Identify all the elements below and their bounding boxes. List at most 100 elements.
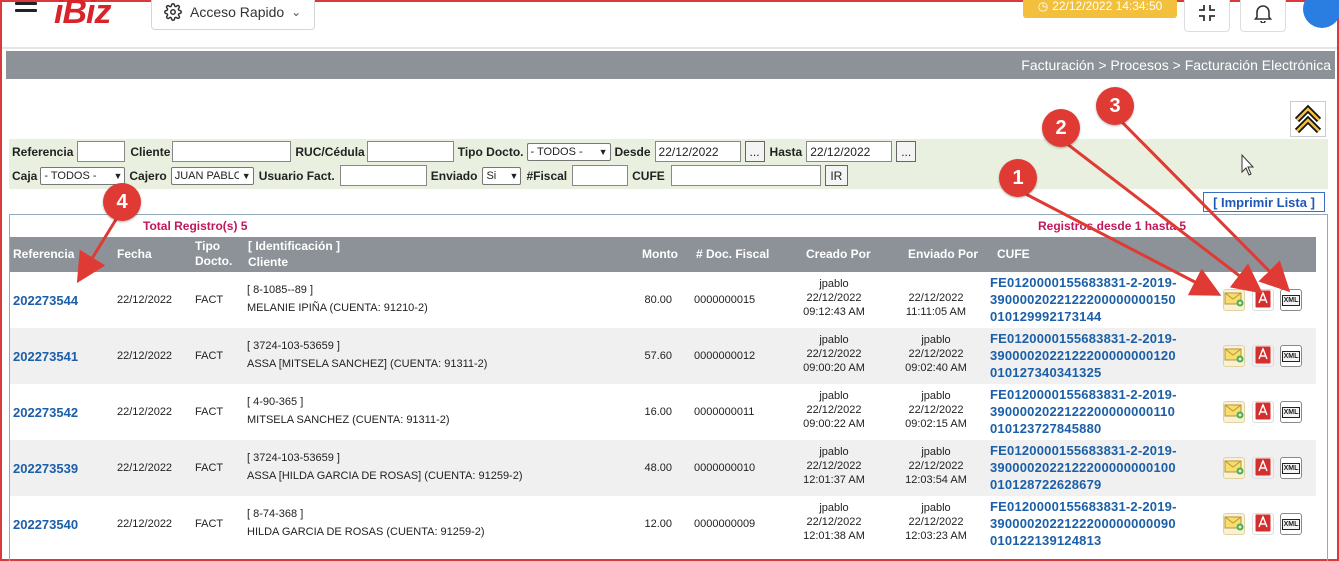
datetime-badge: ◷ 22/12/2022 14:34:50	[1023, 0, 1177, 18]
cufe-line-2[interactable]: 3900002022122200000000150	[990, 291, 1176, 308]
send-email-button[interactable]	[1223, 401, 1245, 423]
fiscal-input[interactable]	[572, 165, 629, 186]
filter-row-2: Caja - TODOS - ▼ Cajero JUAN PABLO ▼ Usuar…	[9, 165, 848, 186]
cufe-line-3[interactable]: 010128722628679	[990, 476, 1101, 493]
pdf-button[interactable]	[1252, 457, 1274, 479]
menu-icon[interactable]	[15, 2, 37, 16]
go-button[interactable]: IR	[824, 165, 848, 186]
cufe-line-2[interactable]: 3900002022122200000000100	[990, 459, 1176, 476]
cajero-label: Cajero	[129, 168, 167, 183]
cufe-line-1[interactable]: FE0120000155683831-2-2019-	[990, 498, 1177, 515]
tipo-cell: FACT	[195, 294, 224, 306]
print-list-link[interactable]: [ Imprimir Lista ]	[1203, 192, 1325, 212]
email-send-icon	[1224, 347, 1244, 366]
desde-label: Desde	[614, 144, 651, 159]
enviado-select[interactable]: Si ▼	[482, 166, 522, 185]
pdf-button[interactable]	[1252, 401, 1274, 423]
cufe-input[interactable]	[670, 165, 821, 186]
pdf-button[interactable]	[1252, 513, 1274, 535]
col-enviado-por[interactable]: Enviado Por	[908, 247, 978, 262]
xml-button[interactable]: XML	[1280, 289, 1302, 311]
cufe-link[interactable]: FE0120000155683831-2-2019- 39000020221222…	[990, 386, 1177, 437]
col-cliente[interactable]: Cliente	[248, 255, 288, 270]
fiscal-label: #Fiscal	[526, 168, 568, 183]
cufe-line-3[interactable]: 010129992173144	[990, 308, 1101, 325]
desde-date-picker-button[interactable]: ...	[744, 141, 765, 162]
xml-button[interactable]: XML	[1280, 513, 1302, 535]
referencia-input[interactable]	[77, 141, 126, 162]
send-email-button[interactable]	[1223, 513, 1245, 535]
send-email-button[interactable]	[1223, 345, 1245, 367]
col-doc-fiscal[interactable]: # Doc. Fiscal	[696, 247, 769, 262]
cufe-line-2[interactable]: 3900002022122200000000090	[990, 515, 1176, 532]
tipo-docto-label: Tipo Docto.	[457, 144, 524, 159]
tipo-cell: FACT	[195, 406, 224, 418]
col-cufe[interactable]: CUFE	[997, 247, 1030, 262]
clock-icon: ◷	[1037, 0, 1049, 13]
monto-cell: 80.00	[644, 294, 672, 306]
cufe-line-1[interactable]: FE0120000155683831-2-2019-	[990, 442, 1177, 459]
reference-link[interactable]: 202273539	[13, 440, 78, 496]
cufe-line-1[interactable]: FE0120000155683831-2-2019-	[990, 386, 1177, 403]
xml-button[interactable]: XML	[1280, 345, 1302, 367]
xml-button[interactable]: XML	[1280, 401, 1302, 423]
hasta-label: Hasta	[769, 144, 803, 159]
hasta-input[interactable]: 22/12/2022	[806, 141, 893, 162]
identificacion-cell: [ 3724-103-53659 ]	[247, 340, 340, 352]
usuario-fact-input[interactable]	[339, 165, 427, 186]
cufe-link[interactable]: FE0120000155683831-2-2019- 39000020221222…	[990, 274, 1177, 325]
creado-user: jpablo	[819, 334, 849, 346]
reference-link[interactable]: 202273542	[13, 384, 78, 440]
reference-link[interactable]: 202273540	[13, 496, 78, 552]
hasta-date-picker-button[interactable]: ...	[896, 141, 917, 162]
desde-input[interactable]: 22/12/2022	[654, 141, 741, 162]
caja-select[interactable]: - TODOS - ▼	[40, 166, 126, 185]
fecha-cell: 22/12/2022	[117, 406, 173, 418]
reference-link[interactable]: 202273544	[13, 272, 78, 328]
enviado-por-cell: jpablo 22/12/2022 09:02:40 AM	[890, 333, 982, 375]
quick-access-dropdown[interactable]: Acceso Rapido ⌄	[151, 0, 315, 30]
doc-fiscal-cell: 0000000015	[694, 294, 756, 306]
cufe-line-3[interactable]: 010127340341325	[990, 364, 1101, 381]
minimize-button[interactable]	[1184, 0, 1230, 32]
enviado-user: jpablo	[921, 390, 951, 402]
email-send-icon	[1224, 459, 1244, 478]
tipo-docto-select[interactable]: - TODOS - ▼	[526, 142, 611, 161]
col-creado-por[interactable]: Creado Por	[806, 247, 871, 262]
col-referencia[interactable]: Referencia	[13, 247, 74, 262]
ruc-input[interactable]	[366, 141, 454, 162]
caja-value: - TODOS -	[44, 169, 97, 182]
col-monto[interactable]: Monto	[642, 247, 678, 262]
cufe-link[interactable]: FE0120000155683831-2-2019- 39000020221222…	[990, 330, 1177, 381]
creado-date: 22/12/2022	[806, 292, 862, 304]
cufe-line-1[interactable]: FE0120000155683831-2-2019-	[990, 274, 1177, 291]
cufe-line-2[interactable]: 3900002022122200000000110	[990, 403, 1175, 420]
notifications-button[interactable]	[1240, 0, 1286, 32]
cufe-link[interactable]: FE0120000155683831-2-2019- 39000020221222…	[990, 442, 1177, 493]
cufe-line-3[interactable]: 010122139124813	[990, 532, 1101, 549]
col-identificacion[interactable]: [ Identificación ]	[248, 239, 340, 254]
usuario-fact-label: Usuario Fact.	[258, 168, 335, 183]
creado-user: jpablo	[819, 502, 849, 514]
cajero-select[interactable]: JUAN PABLO ▼	[170, 166, 254, 185]
enviado-time: 12:03:54 AM	[905, 474, 967, 486]
cufe-line-2[interactable]: 3900002022122200000000120	[990, 347, 1176, 364]
cajero-value: JUAN PABLO	[174, 169, 239, 182]
pdf-button[interactable]	[1252, 289, 1274, 311]
pdf-button[interactable]	[1252, 345, 1274, 367]
scroll-top-button[interactable]	[1290, 101, 1326, 137]
send-email-button[interactable]	[1223, 289, 1245, 311]
cliente-input[interactable]	[172, 141, 292, 162]
doc-fiscal-cell: 0000000012	[694, 350, 756, 362]
tipo-cell: FACT	[195, 518, 224, 530]
bell-icon	[1254, 5, 1272, 23]
cufe-line-1[interactable]: FE0120000155683831-2-2019-	[990, 330, 1177, 347]
chevron-down-icon: ▼	[241, 170, 251, 181]
cufe-link[interactable]: FE0120000155683831-2-2019- 39000020221222…	[990, 498, 1177, 549]
xml-button[interactable]: XML	[1280, 457, 1302, 479]
send-email-button[interactable]	[1223, 457, 1245, 479]
reference-link[interactable]: 202273541	[13, 328, 78, 384]
cufe-line-3[interactable]: 010123727845880	[990, 420, 1101, 437]
col-tipo-docto[interactable]: Tipo Docto.	[195, 239, 240, 269]
col-fecha[interactable]: Fecha	[117, 247, 152, 262]
